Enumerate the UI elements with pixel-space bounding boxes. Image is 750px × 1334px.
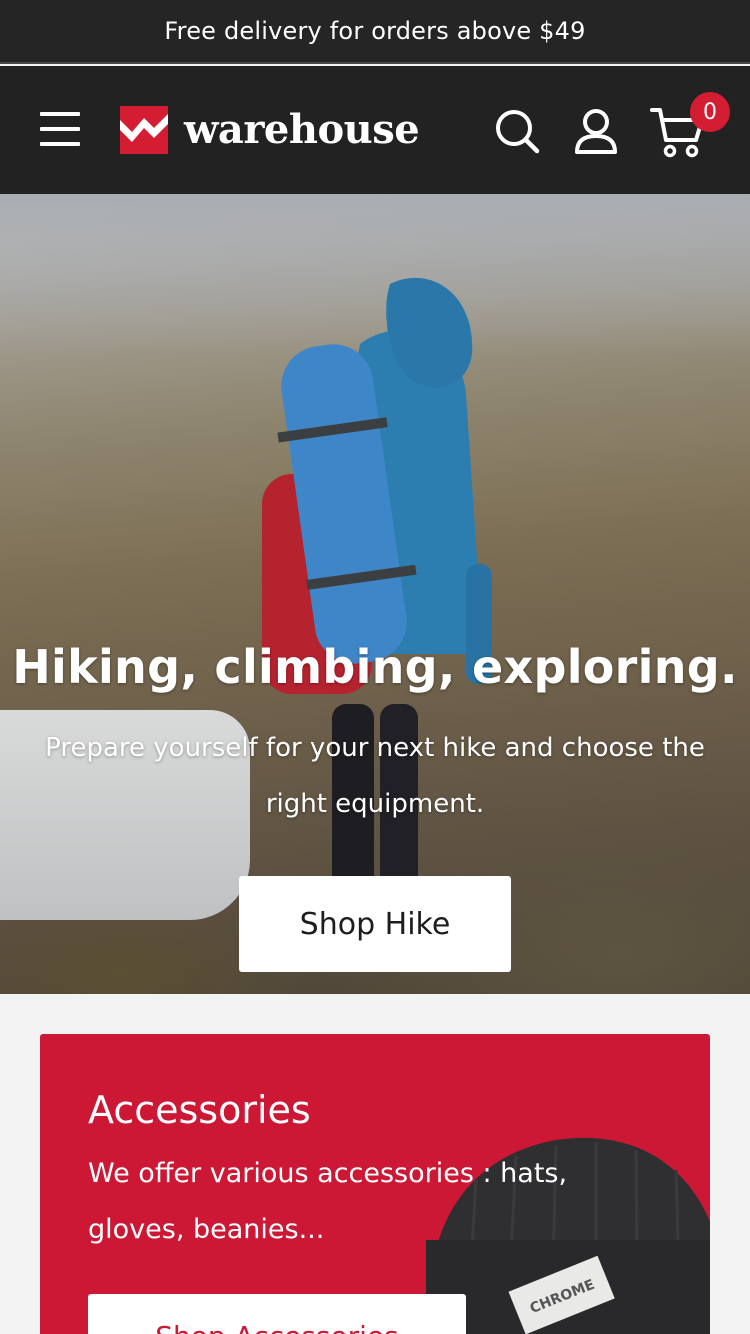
announcement-bar: Free delivery for orders above $49 xyxy=(0,0,750,64)
promo-text: We offer various accessories : hats, glo… xyxy=(88,1158,568,1245)
logo[interactable]: warehouse xyxy=(120,106,420,154)
account-icon[interactable] xyxy=(573,108,619,154)
logo-mark-icon xyxy=(120,106,168,154)
accessories-promo-card: CHROME Accessories We offer various acce… xyxy=(40,1034,710,1334)
cart-count-badge[interactable]: 0 xyxy=(690,92,730,132)
shop-hike-button[interactable]: Shop Hike xyxy=(239,876,511,972)
hamburger-menu-icon[interactable] xyxy=(40,112,80,146)
search-icon[interactable] xyxy=(494,108,540,154)
hero-hiker-image xyxy=(262,277,492,970)
site-header: warehouse xyxy=(0,66,750,194)
hero-title: Hiking, climbing, exploring. xyxy=(12,640,738,694)
announcement-text: Free delivery for orders above $49 xyxy=(164,17,586,45)
hero-slideshow: Hiking, climbing, exploring. Prepare you… xyxy=(0,194,750,994)
shop-accessories-button[interactable]: Shop Accessories xyxy=(88,1294,466,1334)
promo-title: Accessories xyxy=(88,1088,311,1132)
logo-text: warehouse xyxy=(184,106,420,153)
hero-subtitle: Prepare yourself for your next hike and … xyxy=(45,733,705,819)
